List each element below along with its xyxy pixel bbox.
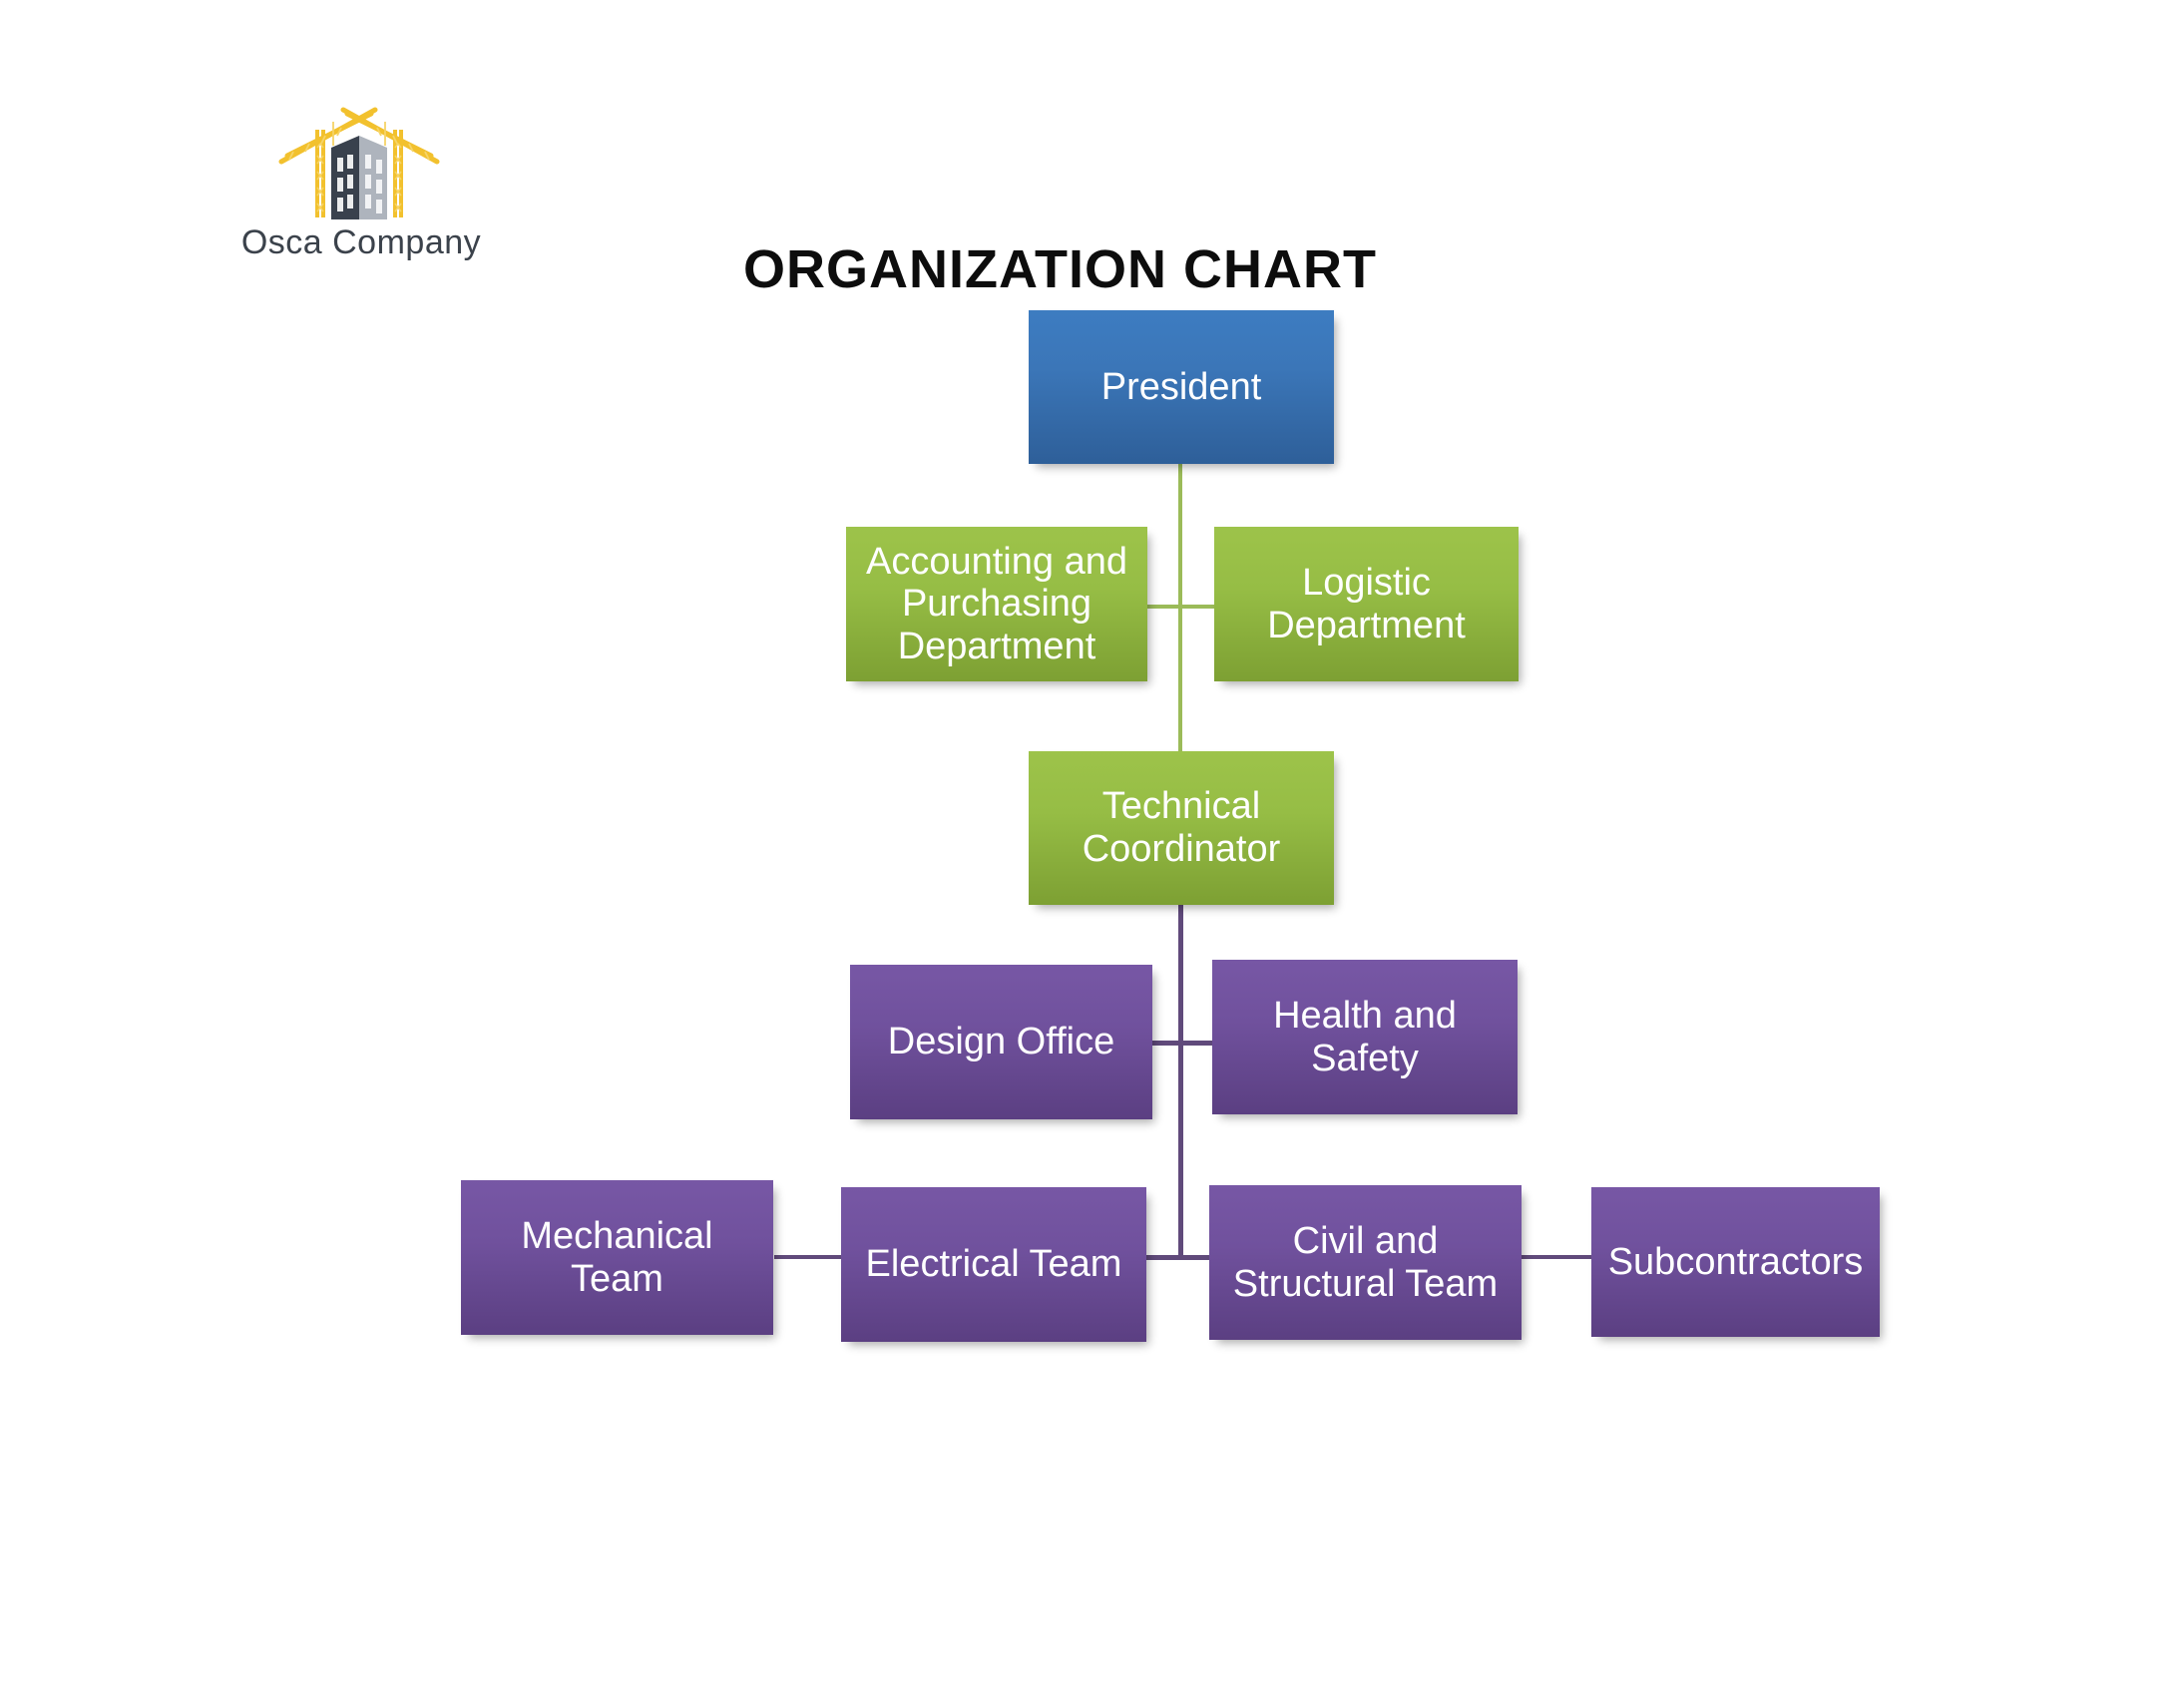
page-title: ORGANIZATION CHART — [743, 239, 1377, 299]
node-electrical-team[interactable]: Electrical Team — [841, 1187, 1146, 1342]
node-accounting-label-line1: Accounting and — [866, 540, 1127, 583]
node-subcontractors[interactable]: Subcontractors — [1591, 1187, 1880, 1337]
node-health-and-safety[interactable]: Health and Safety — [1212, 960, 1518, 1114]
node-civil-label-line1: Civil and — [1292, 1219, 1439, 1262]
construction-crane-building-icon — [259, 100, 459, 221]
node-technical-label-line1: Technical — [1101, 785, 1261, 828]
node-president[interactable]: President — [1029, 310, 1334, 464]
connector-president-to-row2 — [1178, 464, 1182, 607]
node-mechanical-team[interactable]: Mechanical Team — [461, 1180, 773, 1335]
node-subcontractors-label: Subcontractors — [1607, 1240, 1864, 1283]
node-logistic-label-line1: Logistic — [1302, 561, 1431, 604]
node-logistic-department[interactable]: Logistic Department — [1214, 527, 1519, 681]
node-mechanical-label-line2: Team — [571, 1257, 663, 1300]
node-health-label-line1: Health and — [1273, 994, 1457, 1037]
node-accounting-and-purchasing-department[interactable]: Accounting and Purchasing Department — [846, 527, 1147, 681]
node-accounting-label-line2: Purchasing — [901, 583, 1092, 626]
connector-technical-spine — [1178, 905, 1183, 1259]
node-accounting-label-line3: Department — [897, 625, 1096, 667]
connector-row2-to-technical — [1178, 605, 1182, 766]
node-technical-coordinator[interactable]: Technical Coordinator — [1029, 751, 1334, 905]
node-mechanical-label-line1: Mechanical — [521, 1214, 713, 1257]
connector-civil-subcontractors — [1522, 1255, 1594, 1259]
connector-row4-horizontal — [1145, 1041, 1220, 1046]
node-civil-label-line2: Structural Team — [1232, 1262, 1499, 1305]
node-civil-and-structural-team[interactable]: Civil and Structural Team — [1209, 1185, 1522, 1340]
org-chart-page: Osca Company ORGANIZATION CHART Presiden… — [0, 0, 2184, 1696]
node-logistic-label-line2: Department — [1267, 604, 1466, 646]
node-president-label: President — [1100, 365, 1262, 408]
node-health-label-line2: Safety — [1311, 1037, 1419, 1079]
node-design-office-label: Design Office — [887, 1021, 1115, 1063]
connector-mechanical-electrical — [774, 1255, 842, 1259]
node-design-office[interactable]: Design Office — [850, 965, 1152, 1119]
node-electrical-team-label: Electrical Team — [865, 1243, 1122, 1286]
node-technical-label-line2: Coordinator — [1082, 828, 1281, 870]
